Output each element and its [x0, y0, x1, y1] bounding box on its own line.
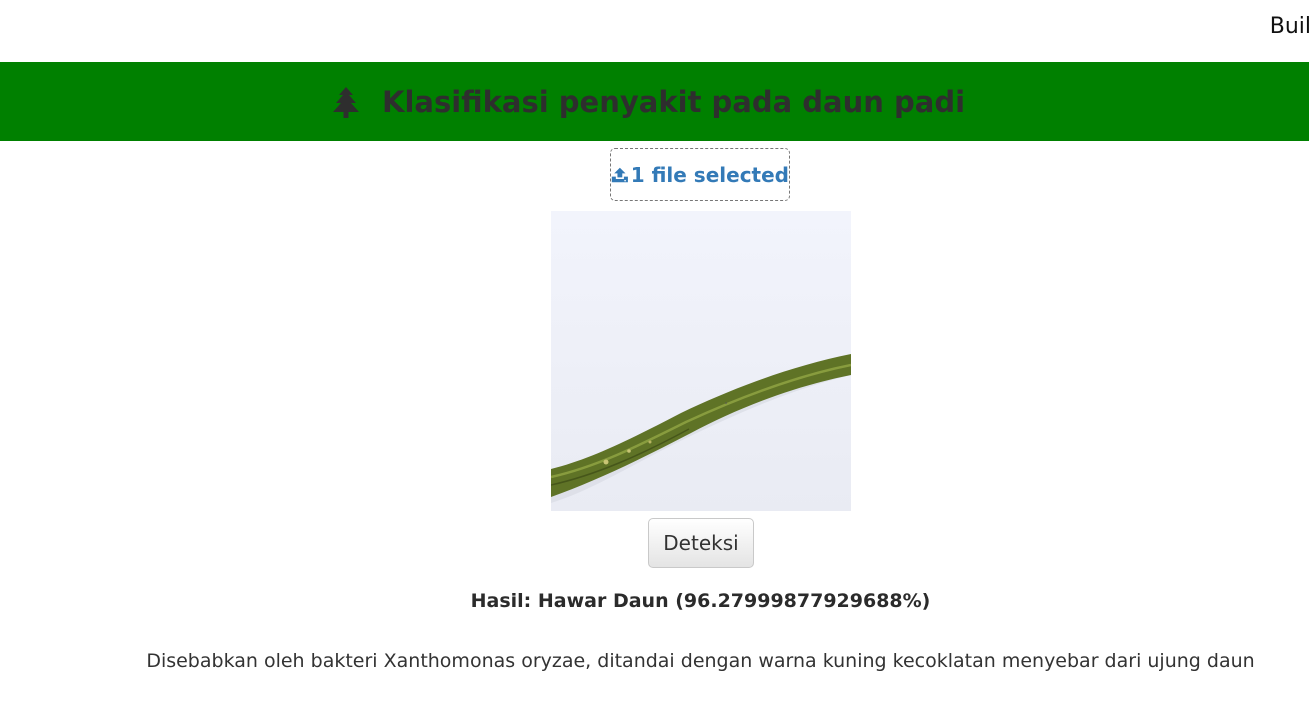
- top-bar: Buil: [0, 0, 1309, 62]
- leaf-preview-image: [551, 211, 851, 511]
- top-bar-text: Buil: [1269, 14, 1309, 39]
- result-text: Hasil: Hawar Daun (96.27999877929688%): [470, 590, 931, 612]
- upload-label: 1 file selected: [630, 162, 789, 187]
- header-content: Klasifikasi penyakit pada daun padi: [332, 85, 965, 119]
- tree-icon: [332, 86, 359, 118]
- detect-button[interactable]: Deteksi: [648, 518, 754, 568]
- result-description: Disebabkan oleh bakteri Xanthomonas oryz…: [146, 650, 1255, 672]
- upload-icon: [611, 167, 628, 182]
- file-upload-button[interactable]: 1 file selected: [610, 148, 790, 201]
- page-title: Klasifikasi penyakit pada daun padi: [381, 84, 966, 119]
- page-header: Klasifikasi penyakit pada daun padi: [0, 62, 1309, 141]
